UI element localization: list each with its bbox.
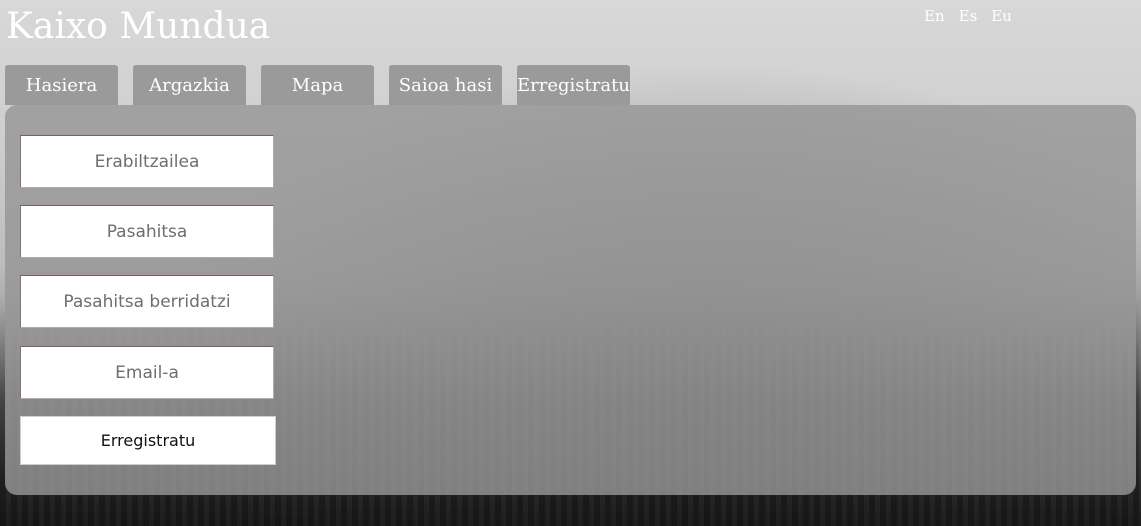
tab-erregistratu[interactable]: Erregistratu (517, 65, 630, 105)
tab-argazkia[interactable]: Argazkia (133, 65, 246, 105)
tab-mapa[interactable]: Mapa (261, 65, 374, 105)
password-repeat-field[interactable] (20, 275, 274, 328)
tab-saioa-hasi[interactable]: Saioa hasi (389, 65, 502, 105)
language-link-eu[interactable]: Eu (991, 7, 1012, 25)
tab-hasiera[interactable]: Hasiera (5, 65, 118, 105)
language-link-es[interactable]: Es (959, 7, 978, 25)
language-switcher: En Es Eu (924, 7, 1012, 25)
register-button[interactable]: Erregistratu (20, 416, 276, 465)
password-field[interactable] (20, 205, 274, 258)
email-field[interactable] (20, 346, 274, 399)
content-panel: Erregistratu (5, 105, 1136, 495)
language-link-en[interactable]: En (924, 7, 945, 25)
site-title: Kaixo Mundua (6, 6, 271, 47)
username-field[interactable] (20, 135, 274, 188)
